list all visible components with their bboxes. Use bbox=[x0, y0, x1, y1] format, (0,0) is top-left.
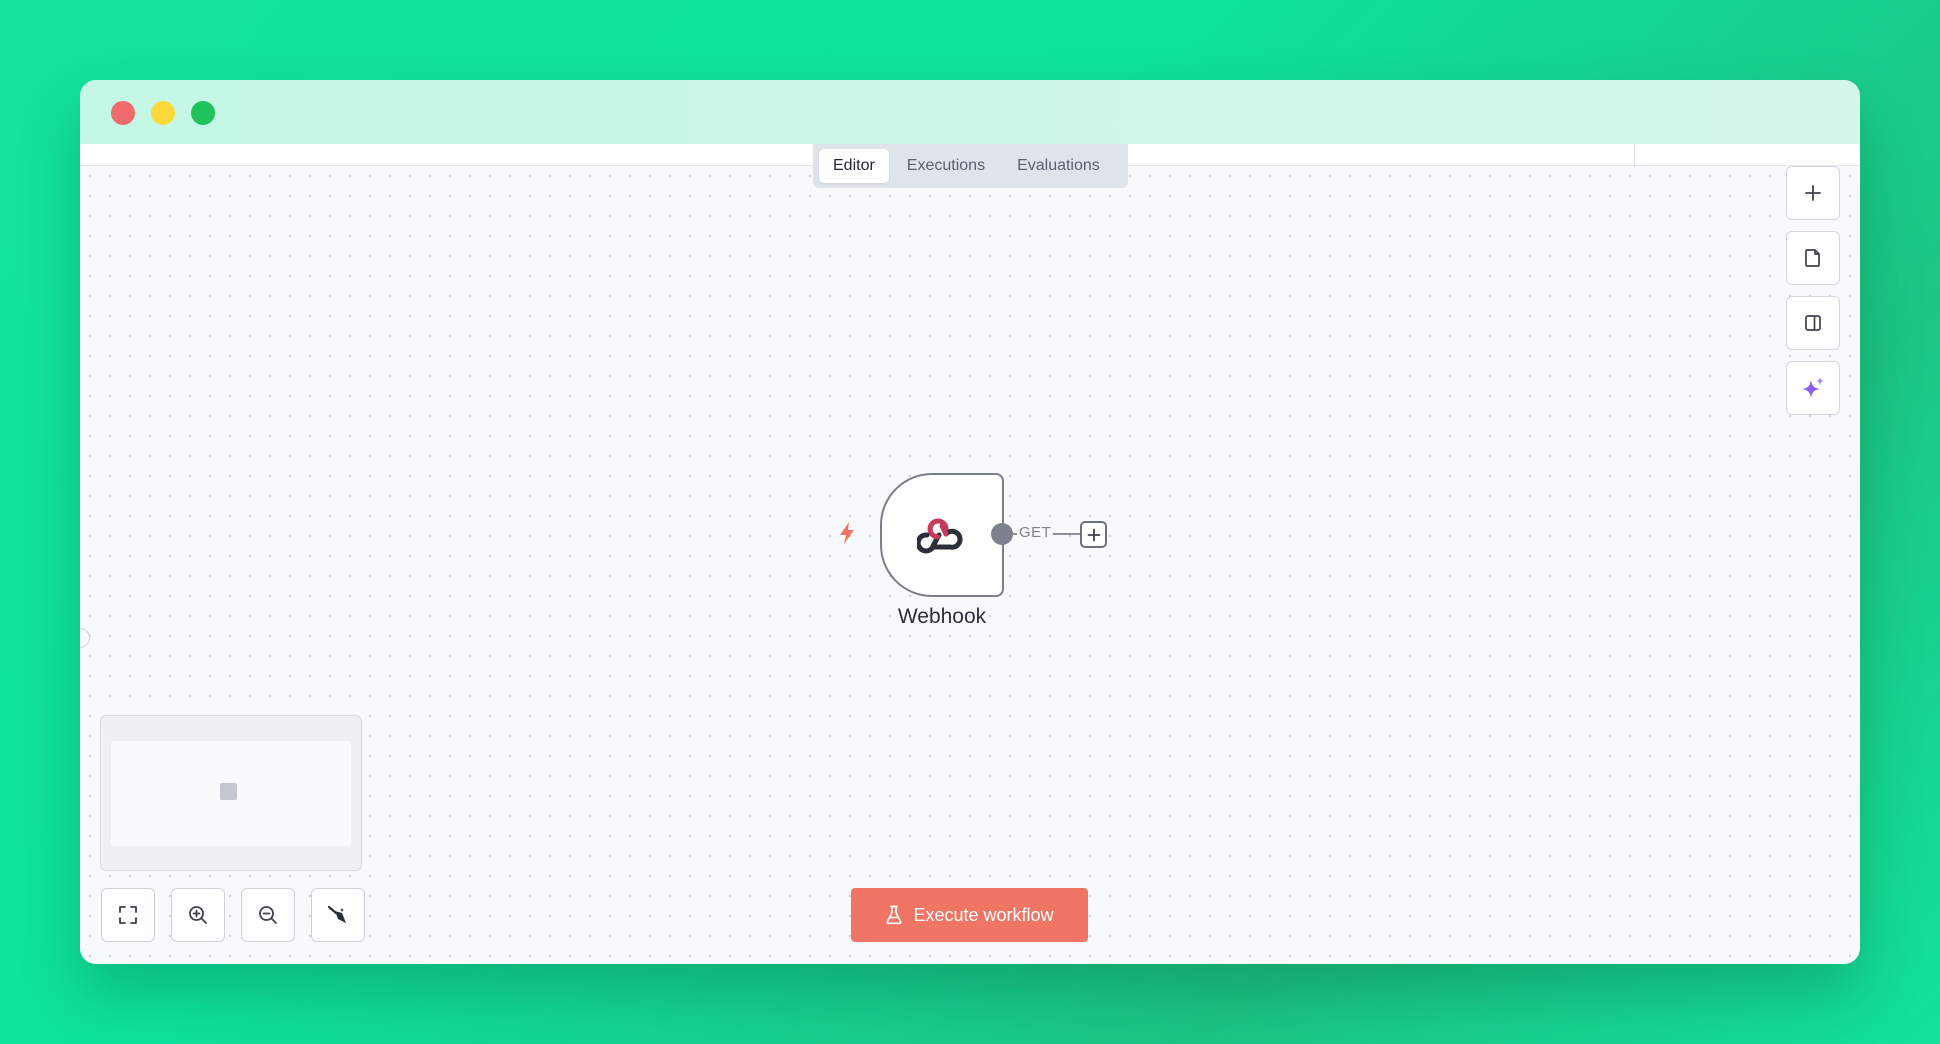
zoom-in-icon bbox=[189, 906, 207, 924]
minimap-node bbox=[220, 783, 237, 800]
add-next-node-button[interactable] bbox=[1080, 521, 1107, 548]
zoom-out-icon bbox=[259, 906, 277, 924]
fit-view-icon bbox=[119, 906, 137, 924]
side-panel-icon bbox=[1805, 315, 1821, 331]
ai-assistant-button[interactable] bbox=[1786, 361, 1840, 415]
toggle-side-panel-button[interactable] bbox=[1786, 296, 1840, 350]
sticky-note-icon bbox=[1805, 249, 1820, 267]
panel-collapse-handle[interactable] bbox=[80, 628, 90, 648]
maximize-window-button[interactable] bbox=[191, 101, 215, 125]
webhook-node[interactable] bbox=[880, 473, 1004, 597]
webhook-icon bbox=[917, 518, 963, 554]
add-node-button[interactable] bbox=[1786, 166, 1840, 220]
execute-workflow-label: Execute workflow bbox=[913, 904, 1054, 925]
output-method-label: GET bbox=[1017, 524, 1054, 541]
execute-workflow-button[interactable]: Execute workflow bbox=[851, 888, 1088, 942]
tidy-up-icon bbox=[327, 905, 346, 923]
minimize-window-button[interactable] bbox=[151, 101, 175, 125]
node-label: Webhook bbox=[897, 605, 987, 628]
close-window-button[interactable] bbox=[111, 101, 135, 125]
tidy-up-button[interactable] bbox=[311, 888, 365, 942]
zoom-in-button[interactable] bbox=[171, 888, 225, 942]
title-bar bbox=[80, 80, 1860, 144]
app-window: Editor Executions Evaluations Webhook GE… bbox=[80, 80, 1860, 964]
minimap-viewport[interactable] bbox=[111, 741, 351, 846]
output-handle[interactable] bbox=[991, 523, 1013, 545]
trigger-bolt-icon bbox=[837, 521, 857, 550]
header-divider bbox=[1634, 144, 1635, 166]
view-tabs: Editor Executions Evaluations bbox=[813, 144, 1128, 188]
flask-icon bbox=[886, 905, 902, 925]
tab-editor[interactable]: Editor bbox=[819, 149, 889, 183]
tab-executions[interactable]: Executions bbox=[893, 149, 999, 183]
ai-sparkle-icon bbox=[1802, 377, 1824, 398]
fit-view-button[interactable] bbox=[101, 888, 155, 942]
plus-icon bbox=[1087, 528, 1100, 541]
add-sticky-note-button[interactable] bbox=[1786, 231, 1840, 285]
minimap[interactable] bbox=[100, 715, 362, 871]
plus-icon bbox=[1805, 185, 1821, 201]
zoom-out-button[interactable] bbox=[241, 888, 295, 942]
tab-evaluations[interactable]: Evaluations bbox=[1003, 149, 1114, 183]
